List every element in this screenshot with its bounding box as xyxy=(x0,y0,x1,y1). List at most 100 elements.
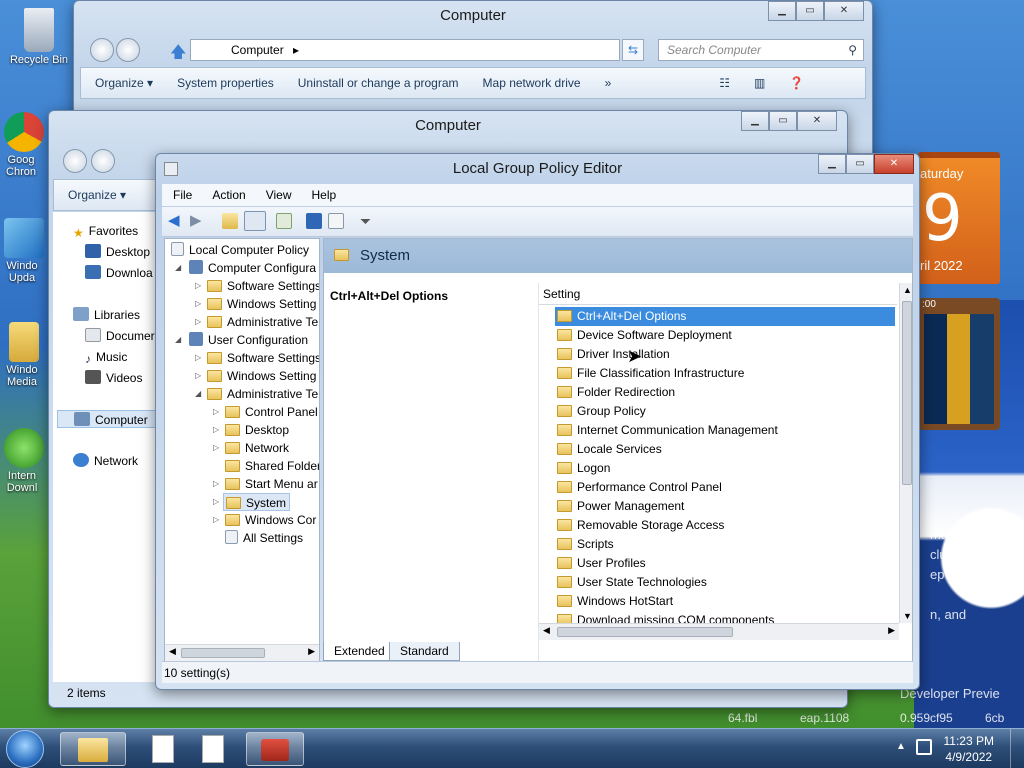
scroll-left-arrow-icon[interactable]: ◀ xyxy=(169,646,176,657)
scrollbar-thumb[interactable] xyxy=(181,648,265,658)
setting-row[interactable]: Performance Control Panel xyxy=(555,478,895,497)
setting-row[interactable]: Windows HotStart xyxy=(555,592,895,611)
help-book-icon[interactable] xyxy=(306,213,322,229)
tree-node-windows-components[interactable]: Windows Cor xyxy=(225,511,316,529)
scroll-left-arrow-icon[interactable]: ◀ xyxy=(543,625,550,636)
tab-extended[interactable]: Extended xyxy=(323,642,396,661)
up-folder-icon[interactable] xyxy=(222,213,238,229)
map-network-drive-button[interactable]: Map network drive xyxy=(483,76,581,90)
expand-arrow-icon[interactable]: ▷ xyxy=(213,511,221,529)
setting-row[interactable]: User Profiles xyxy=(555,554,895,573)
maximize-button[interactable]: ▭ xyxy=(846,154,874,174)
tree-node-cc-software-settings[interactable]: Software Settings xyxy=(207,277,319,295)
show-desktop-button[interactable] xyxy=(1010,729,1024,768)
menu-help[interactable]: Help xyxy=(312,184,337,206)
tree-node-uc-windows-settings[interactable]: Windows Setting xyxy=(207,367,316,385)
view-options-icon[interactable]: ☷ xyxy=(719,76,730,90)
taskbar-explorer[interactable] xyxy=(60,732,126,766)
setting-row[interactable]: Locale Services xyxy=(555,440,895,459)
scroll-right-arrow-icon[interactable]: ▶ xyxy=(888,625,895,636)
column-header-setting[interactable]: Setting xyxy=(539,283,897,305)
organize-button[interactable]: Organize ▾ xyxy=(95,76,153,90)
setting-row[interactable]: File Classification Infrastructure xyxy=(555,364,895,383)
forward-button[interactable] xyxy=(116,38,140,62)
calendar-gadget[interactable]: aturday 9 ril 2022 xyxy=(918,152,1000,284)
expand-arrow-icon[interactable]: ▷ xyxy=(213,475,221,493)
address-bar[interactable]: Computer ▸ xyxy=(190,39,620,61)
tree-horizontal-scrollbar[interactable]: ◀ ▶ xyxy=(165,644,319,661)
tree-node-user-configuration[interactable]: User Configuration xyxy=(189,331,308,349)
expand-arrow-icon[interactable]: ▷ xyxy=(213,403,221,421)
desktop-icon-recycle-bin[interactable]: Recycle Bin xyxy=(6,8,72,66)
more-commands-button[interactable]: » xyxy=(605,76,612,90)
setting-row[interactable]: Removable Storage Access xyxy=(555,516,895,535)
nav-documents[interactable]: Documer xyxy=(85,327,155,345)
tree-node-control-panel[interactable]: Control Panel xyxy=(225,403,318,421)
scrollbar-thumb[interactable] xyxy=(902,301,912,485)
forward-arrow-icon[interactable]: ▶ xyxy=(190,213,206,229)
setting-row[interactable]: Scripts xyxy=(555,535,895,554)
setting-row[interactable]: Power Management xyxy=(555,497,895,516)
up-arrow-icon[interactable]: 🡅 xyxy=(170,41,186,68)
tree-node-uc-administrative-templates[interactable]: Administrative Te xyxy=(207,385,318,403)
group-policy-editor-window[interactable]: Local Group Policy Editor ▁ ▭ ✕ File Act… xyxy=(155,153,920,690)
collapse-arrow-icon[interactable]: ◢ xyxy=(175,331,183,349)
desktop-icon-chrome[interactable]: Goog Chron xyxy=(0,112,48,178)
refresh-button[interactable]: ⇆ xyxy=(622,39,644,61)
expand-arrow-icon[interactable]: ▷ xyxy=(213,421,221,439)
desktop-icon-windows-update[interactable]: Windo Upda xyxy=(0,218,48,284)
close-button[interactable]: ✕ xyxy=(797,111,837,131)
close-button[interactable]: ✕ xyxy=(874,154,914,174)
tree-node-cc-administrative-templates[interactable]: Administrative Te xyxy=(207,313,318,331)
nav-desktop[interactable]: Desktop xyxy=(85,243,150,261)
back-button[interactable] xyxy=(63,149,87,173)
taskbar-clock[interactable]: 11:23 PM 4/9/2022 xyxy=(944,733,994,765)
setting-row[interactable]: Logon xyxy=(555,459,895,478)
tree-node-start-menu[interactable]: Start Menu ar xyxy=(225,475,318,493)
system-properties-button[interactable]: System properties xyxy=(177,76,274,90)
preview-pane-icon[interactable]: ▥ xyxy=(754,76,765,90)
expand-arrow-icon[interactable]: ▷ xyxy=(213,493,221,511)
setting-row[interactable]: Group Policy xyxy=(555,402,895,421)
minimize-button[interactable]: ▁ xyxy=(818,154,846,174)
list-horizontal-scrollbar[interactable]: ◀ ▶ xyxy=(539,623,899,640)
scrollbar-thumb[interactable] xyxy=(557,627,733,637)
tree-node-system[interactable]: System xyxy=(223,493,291,511)
expand-arrow-icon[interactable]: ▷ xyxy=(195,349,203,367)
expand-arrow-icon[interactable]: ▷ xyxy=(213,439,221,457)
tree-node-cc-windows-settings[interactable]: Windows Setting xyxy=(207,295,316,313)
collapse-arrow-icon[interactable]: ◢ xyxy=(195,385,203,403)
search-input[interactable]: Search Computer ⚲ xyxy=(658,39,864,61)
tree-node-local-computer-policy[interactable]: Local Computer Policy xyxy=(171,241,309,259)
nav-network[interactable]: Network xyxy=(73,452,138,470)
maximize-button[interactable]: ▭ xyxy=(796,1,824,21)
setting-row[interactable]: Device Software Deployment xyxy=(555,326,895,345)
setting-row[interactable]: Internet Communication Management xyxy=(555,421,895,440)
filter-icon[interactable]: ⏷ xyxy=(360,213,376,229)
maximize-button[interactable]: ▭ xyxy=(769,111,797,131)
nav-libraries[interactable]: Libraries xyxy=(73,306,140,324)
menu-view[interactable]: View xyxy=(266,184,292,206)
export-list-icon[interactable] xyxy=(276,213,292,229)
tree-node-uc-software-settings[interactable]: Software Settings xyxy=(207,349,319,367)
tree-node-network[interactable]: Network xyxy=(225,439,289,457)
nav-videos[interactable]: Videos xyxy=(85,369,142,387)
scroll-right-arrow-icon[interactable]: ▶ xyxy=(308,646,315,657)
tree-node-shared-folders[interactable]: Shared Folder xyxy=(225,457,319,475)
organize-button[interactable]: Organize ▾ xyxy=(68,188,126,202)
minimize-button[interactable]: ▁ xyxy=(741,111,769,131)
properties-icon[interactable] xyxy=(328,213,344,229)
taskbar-group-policy-editor[interactable] xyxy=(246,732,304,766)
expand-arrow-icon[interactable]: ▷ xyxy=(195,367,203,385)
tree-node-all-settings[interactable]: All Settings xyxy=(225,529,303,547)
back-arrow-icon[interactable]: ◀ xyxy=(168,213,184,229)
start-button[interactable] xyxy=(6,730,44,768)
menu-file[interactable]: File xyxy=(173,184,192,206)
nav-favorites[interactable]: ★ Favorites xyxy=(73,222,138,240)
back-button[interactable] xyxy=(90,38,114,62)
tree-node-desktop[interactable]: Desktop xyxy=(225,421,289,439)
expand-arrow-icon[interactable]: ▷ xyxy=(195,313,203,331)
setting-row[interactable]: Ctrl+Alt+Del Options xyxy=(555,307,895,326)
setting-row[interactable]: Driver Installation xyxy=(555,345,895,364)
tree-node-computer-configuration[interactable]: Computer Configura xyxy=(189,259,316,277)
